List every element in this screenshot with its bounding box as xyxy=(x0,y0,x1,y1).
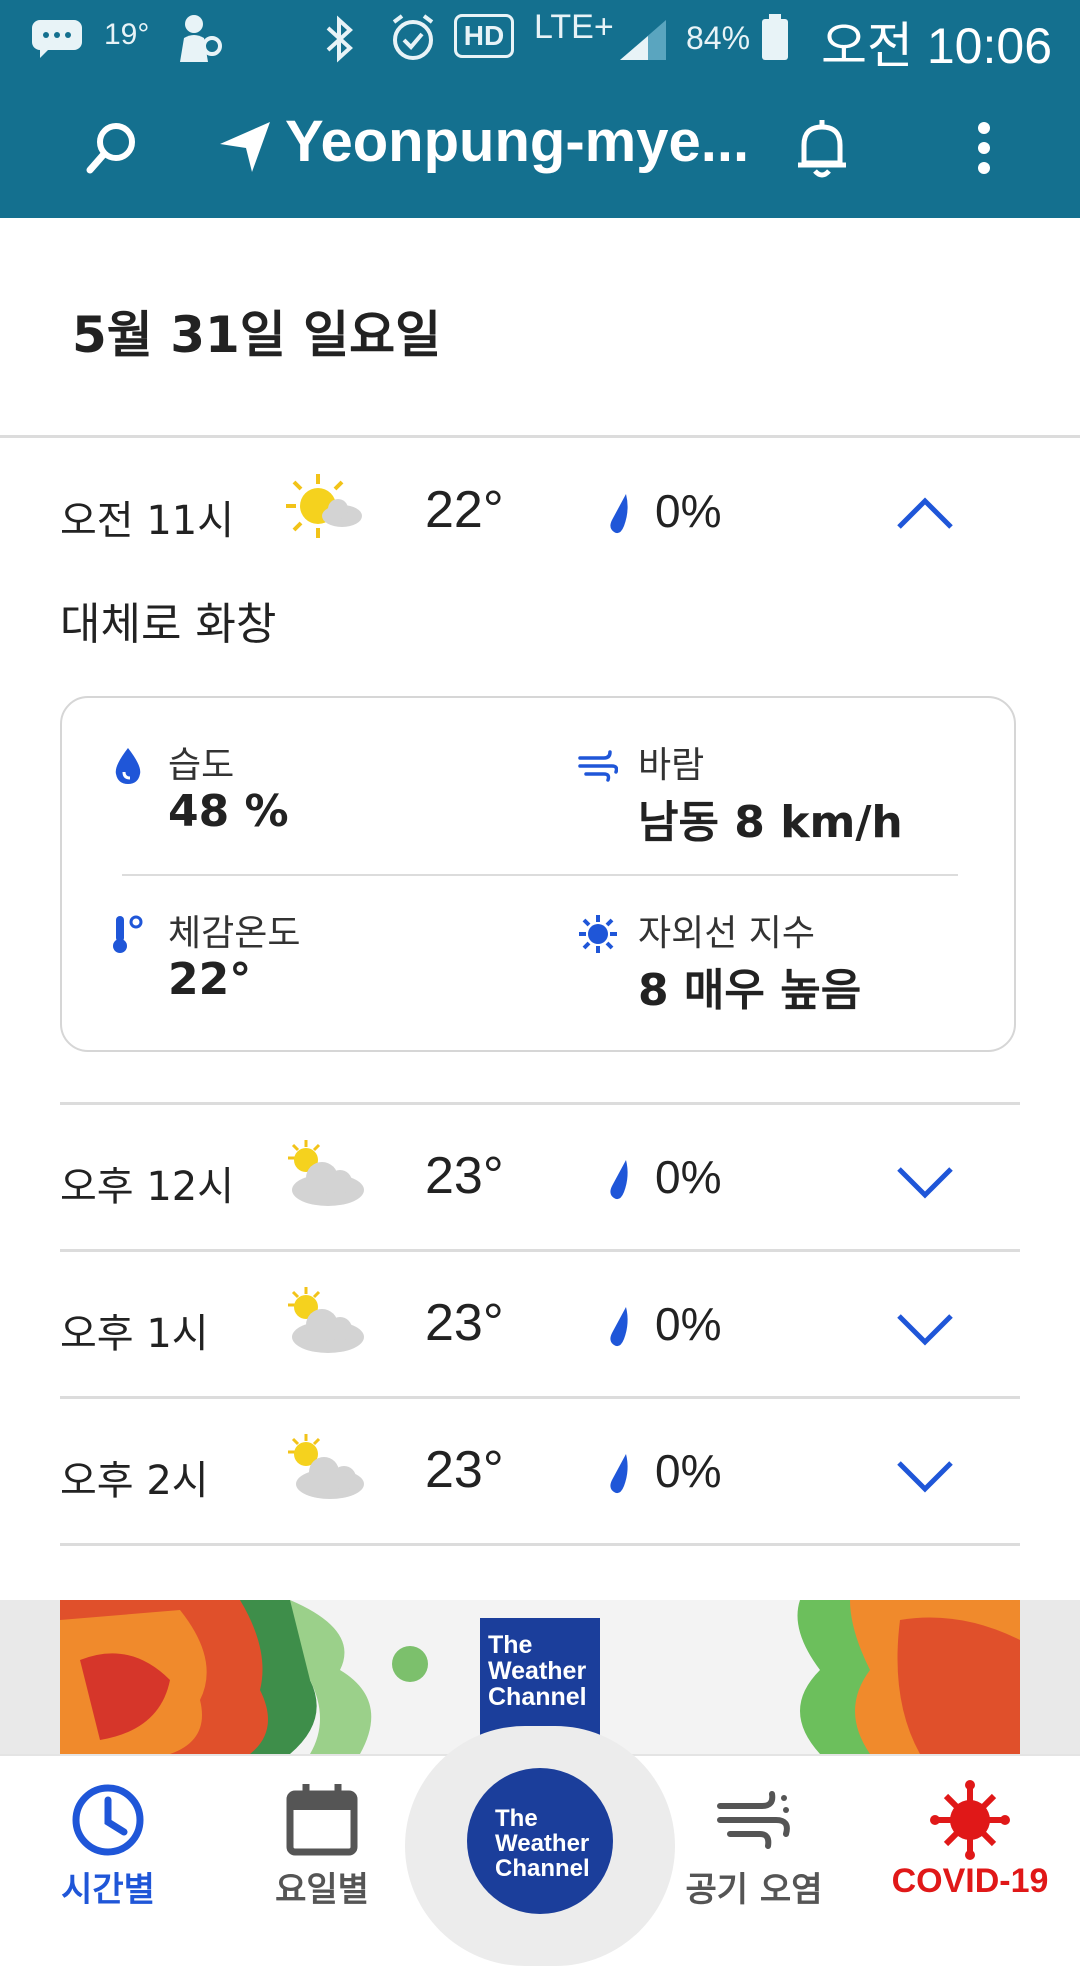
partly-cloudy-icon xyxy=(288,1434,364,1499)
logo-line: The xyxy=(488,1631,533,1659)
date-heading: 5월 31일 일요일 xyxy=(72,306,442,364)
partly-cloudy-icon xyxy=(288,1140,364,1206)
status-time: 오전 10:06 xyxy=(820,18,1052,74)
nav-hourly[interactable]: 시간별 xyxy=(8,1756,208,1922)
raindrop-icon xyxy=(610,1160,628,1200)
bottom-navigation: 시간별 요일별 The Weather Channel 공기 오염 COVID-… xyxy=(0,1726,1080,1966)
divider xyxy=(60,1543,1020,1546)
logo-line: Weather xyxy=(488,1657,587,1685)
hour-row[interactable]: 오후 2시 23° 0% xyxy=(60,1400,1020,1546)
weather-channel-logo: The Weather Channel xyxy=(480,1618,600,1736)
status-bar: 19° HD LTE+ 84% 오전 10:06 xyxy=(0,0,1080,78)
center-line: Weather xyxy=(495,1830,590,1857)
nav-daily-label: 요일별 xyxy=(275,1870,369,1910)
search-button[interactable] xyxy=(72,108,152,188)
hour-temp: 23° xyxy=(425,1441,504,1499)
details-card: 습도 48 % 바람 남동 8 km/h 체감온도 22° 자외선 지수 8 매… xyxy=(60,696,1016,1052)
feels-like-value: 22° xyxy=(168,954,252,1005)
hour-time: 오후 1시 xyxy=(60,1311,209,1357)
hour-row[interactable]: 오후 1시 23° 0% xyxy=(60,1253,1020,1399)
battery-percent: 84% xyxy=(686,20,751,56)
network-type: LTE+ xyxy=(534,8,614,46)
nav-air-quality-label: 공기 오염 xyxy=(685,1870,823,1910)
hour-temp: 23° xyxy=(425,1147,504,1205)
signal-icon xyxy=(620,20,666,60)
raindrop-icon xyxy=(610,1454,628,1494)
wind-value: 남동 8 km/h xyxy=(638,797,903,848)
hour-time: 오후 2시 xyxy=(60,1458,209,1504)
uv-value: 8 매우 높음 xyxy=(638,965,862,1016)
hour-precip: 0% xyxy=(655,485,722,537)
humidity-value: 48 % xyxy=(168,786,289,837)
feels-like-label: 체감온도 xyxy=(168,913,301,954)
hour-time: 오전 11시 xyxy=(60,498,235,544)
bell-icon xyxy=(798,120,846,178)
nav-air-quality[interactable]: 공기 오염 xyxy=(654,1756,854,1922)
card-divider xyxy=(122,874,958,876)
uv-label: 자외선 지수 xyxy=(638,913,816,954)
hour-row[interactable]: 오후 12시 23° 0% xyxy=(60,1106,1020,1252)
humidity-drop-icon xyxy=(115,748,141,784)
divider xyxy=(60,1396,1020,1399)
message-icon xyxy=(32,20,82,58)
calendar-icon xyxy=(286,1784,358,1856)
mostly-sunny-icon xyxy=(286,474,362,538)
location-arrow-icon xyxy=(220,122,270,172)
more-options-button[interactable] xyxy=(944,108,1024,188)
condition-text: 대체로 화창 xyxy=(60,599,277,650)
alarm-icon xyxy=(392,14,434,60)
search-icon xyxy=(86,123,135,174)
hour-precip: 0% xyxy=(655,1445,722,1497)
app-bar: Yeonpung-mye... xyxy=(0,78,1080,218)
divider xyxy=(60,1102,1020,1105)
hour-row[interactable]: 오전 11시 22° 0% xyxy=(60,440,1020,586)
hour-precip: 0% xyxy=(655,1298,722,1350)
nav-hourly-label: 시간별 xyxy=(61,1870,155,1910)
more-vert-icon xyxy=(978,122,990,174)
divider xyxy=(0,435,1080,438)
partly-cloudy-icon xyxy=(288,1287,364,1353)
location-person-icon xyxy=(180,15,222,62)
wind-icon xyxy=(578,750,618,782)
uv-sun-icon xyxy=(579,915,617,953)
chevron-down-icon[interactable] xyxy=(895,1298,955,1358)
raindrop-icon xyxy=(610,1307,628,1347)
hd-badge: HD xyxy=(454,14,514,58)
weather-channel-center-button[interactable]: The Weather Channel xyxy=(467,1768,613,1914)
chevron-down-icon[interactable] xyxy=(895,1151,955,1211)
status-temp: 19° xyxy=(104,18,150,51)
bluetooth-icon xyxy=(326,15,353,63)
air-quality-wind-icon xyxy=(717,1791,790,1849)
thermometer-icon xyxy=(113,915,143,953)
location-title[interactable]: Yeonpung-mye... xyxy=(285,108,749,175)
center-line: Channel xyxy=(495,1855,590,1882)
nav-covid-label: COVID-19 xyxy=(891,1862,1049,1900)
logo-line: Channel xyxy=(488,1683,587,1711)
nav-covid[interactable]: COVID-19 xyxy=(870,1756,1070,1922)
divider xyxy=(60,1249,1020,1252)
raindrop-icon xyxy=(610,494,628,534)
notifications-button[interactable] xyxy=(782,108,862,188)
hour-temp: 22° xyxy=(425,481,504,539)
chevron-up-icon[interactable] xyxy=(895,485,955,545)
chevron-down-icon[interactable] xyxy=(895,1445,955,1505)
hour-temp: 23° xyxy=(425,1294,504,1352)
hour-time: 오후 12시 xyxy=(60,1164,235,1210)
center-line: The xyxy=(495,1805,538,1832)
nav-daily[interactable]: 요일별 xyxy=(222,1756,422,1922)
clock-icon xyxy=(72,1784,144,1856)
battery-icon xyxy=(762,14,788,60)
wind-label: 바람 xyxy=(638,745,705,786)
virus-icon xyxy=(930,1780,1010,1860)
humidity-label: 습도 xyxy=(168,745,235,786)
hour-precip: 0% xyxy=(655,1151,722,1203)
